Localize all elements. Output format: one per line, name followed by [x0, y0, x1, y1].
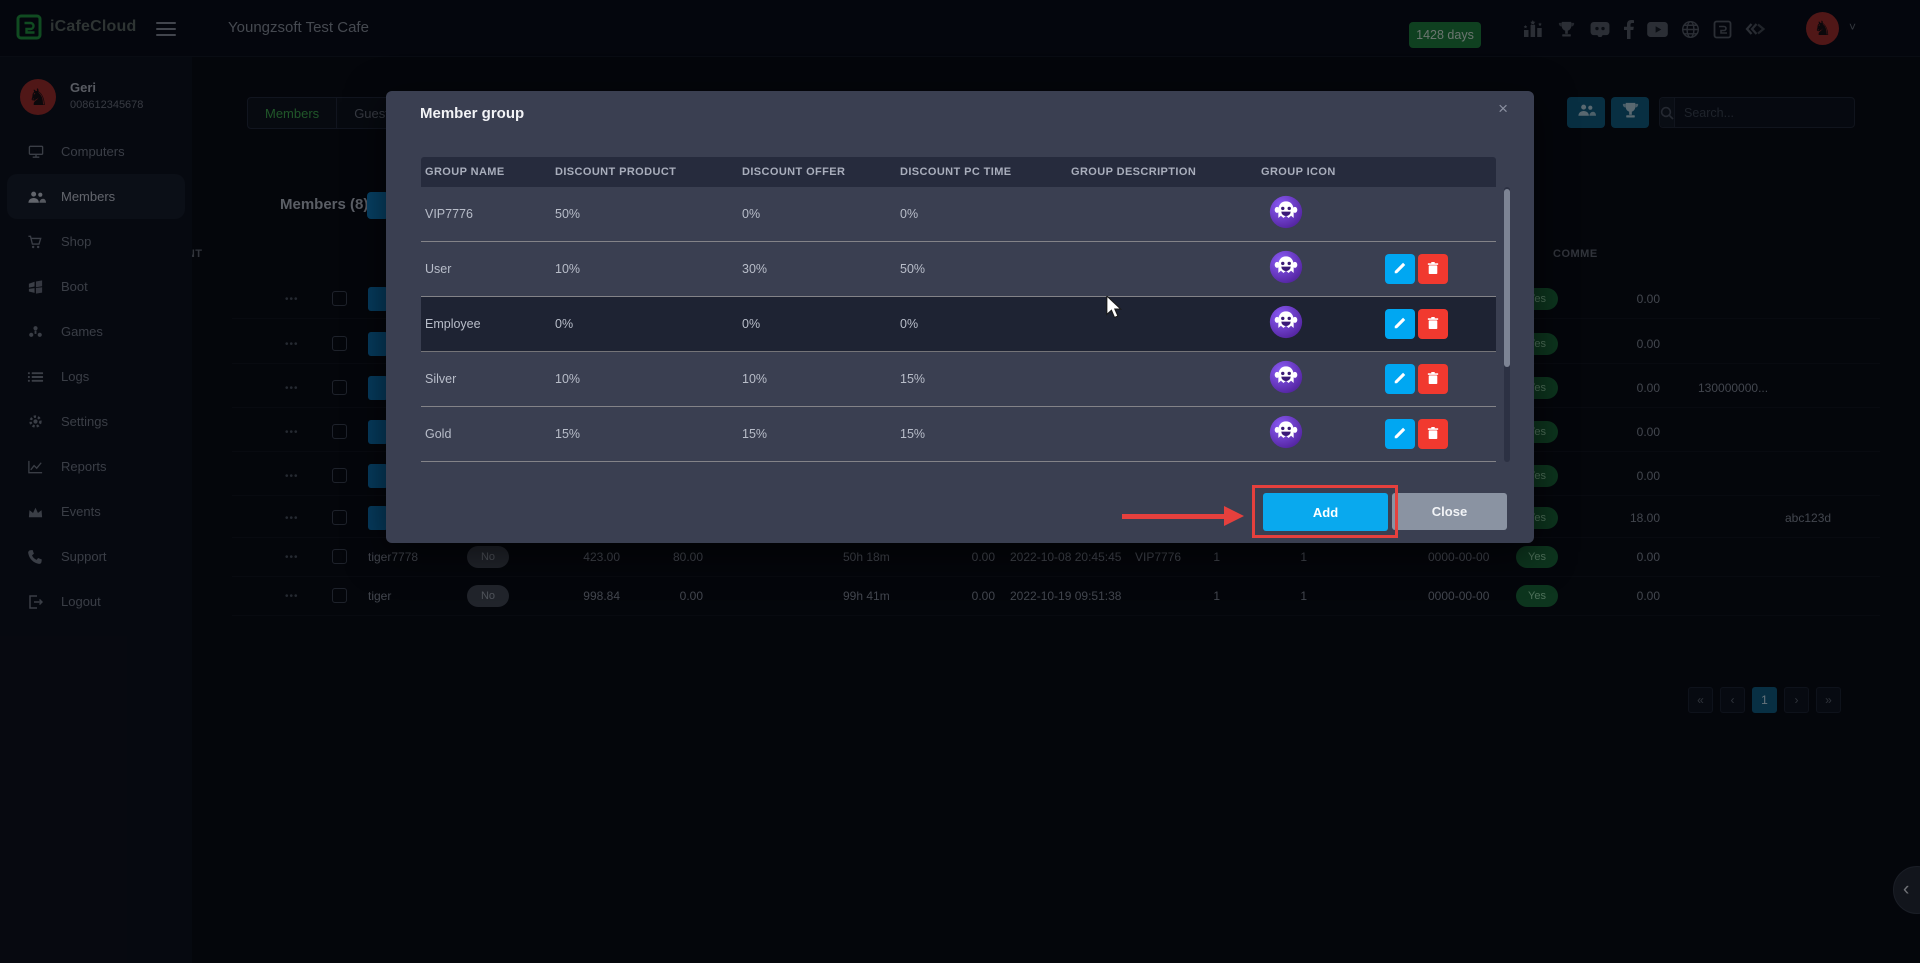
close-icon[interactable]: × [1498, 99, 1508, 119]
member-group-table: GROUP NAMEDISCOUNT PRODUCTDISCOUNT OFFER… [421, 157, 1496, 462]
discount-pc-time-cell: 15% [896, 427, 1067, 441]
group-row[interactable]: Silver 10% 10% 15% [421, 352, 1496, 407]
pencil-icon [1393, 371, 1407, 388]
row-actions [1385, 364, 1448, 394]
group-table-body: VIP7776 50% 0% 0% User 10% 30% 50% [421, 187, 1496, 462]
discount-offer-cell: 0% [738, 317, 896, 331]
member-group-modal: Member group × GROUP NAMEDISCOUNT PRODUC… [386, 91, 1534, 543]
edit-button[interactable] [1385, 309, 1415, 339]
group-row[interactable]: Employee 0% 0% 0% [421, 297, 1496, 352]
row-actions [1385, 254, 1448, 284]
discount-product-cell: 10% [551, 262, 738, 276]
column-header: GROUP NAME [421, 166, 551, 178]
discount-offer-cell: 10% [738, 372, 896, 386]
row-actions [1385, 419, 1448, 449]
discount-offer-cell: 15% [738, 427, 896, 441]
pencil-icon [1393, 261, 1407, 278]
delete-button[interactable] [1418, 254, 1448, 284]
trash-icon [1427, 316, 1439, 333]
annotation-arrow-head [1224, 506, 1244, 526]
column-header: GROUP DESCRIPTION [1067, 166, 1257, 178]
edit-button[interactable] [1385, 419, 1415, 449]
trash-icon [1427, 261, 1439, 278]
ghost-icon [1269, 195, 1303, 234]
close-button[interactable]: Close [1392, 493, 1507, 530]
delete-button[interactable] [1418, 364, 1448, 394]
delete-button[interactable] [1418, 419, 1448, 449]
group-name-cell: Gold [421, 427, 551, 441]
group-name-cell: Silver [421, 372, 551, 386]
column-header: DISCOUNT OFFER [738, 166, 896, 178]
discount-pc-time-cell: 0% [896, 207, 1067, 221]
discount-offer-cell: 30% [738, 262, 896, 276]
column-header: DISCOUNT PRODUCT [551, 166, 738, 178]
trash-icon [1427, 426, 1439, 443]
ghost-icon [1269, 415, 1303, 454]
discount-product-cell: 0% [551, 317, 738, 331]
discount-product-cell: 10% [551, 372, 738, 386]
column-header: GROUP ICON [1257, 166, 1496, 178]
discount-offer-cell: 0% [738, 207, 896, 221]
discount-pc-time-cell: 0% [896, 317, 1067, 331]
discount-pc-time-cell: 15% [896, 372, 1067, 386]
pencil-icon [1393, 426, 1407, 443]
modal-title: Member group [420, 105, 524, 122]
group-name-cell: Employee [421, 317, 551, 331]
group-name-cell: VIP7776 [421, 207, 551, 221]
delete-button[interactable] [1418, 309, 1448, 339]
discount-pc-time-cell: 50% [896, 262, 1067, 276]
group-name-cell: User [421, 262, 551, 276]
column-header: DISCOUNT PC TIME [896, 166, 1067, 178]
row-actions [1385, 309, 1448, 339]
scrollbar[interactable] [1504, 187, 1510, 462]
edit-button[interactable] [1385, 254, 1415, 284]
scrollbar-thumb[interactable] [1504, 189, 1510, 367]
pencil-icon [1393, 316, 1407, 333]
ghost-icon [1269, 360, 1303, 399]
trash-icon [1427, 371, 1439, 388]
group-table-header: GROUP NAMEDISCOUNT PRODUCTDISCOUNT OFFER… [421, 157, 1496, 187]
edit-button[interactable] [1385, 364, 1415, 394]
group-row[interactable]: User 10% 30% 50% [421, 242, 1496, 297]
group-row[interactable]: VIP7776 50% 0% 0% [421, 187, 1496, 242]
add-button[interactable]: Add [1263, 493, 1388, 531]
discount-product-cell: 15% [551, 427, 738, 441]
ghost-icon [1269, 305, 1303, 344]
group-row[interactable]: Gold 15% 15% 15% [421, 407, 1496, 462]
discount-product-cell: 50% [551, 207, 738, 221]
annotation-arrow-line [1122, 514, 1226, 519]
ghost-icon [1269, 250, 1303, 289]
